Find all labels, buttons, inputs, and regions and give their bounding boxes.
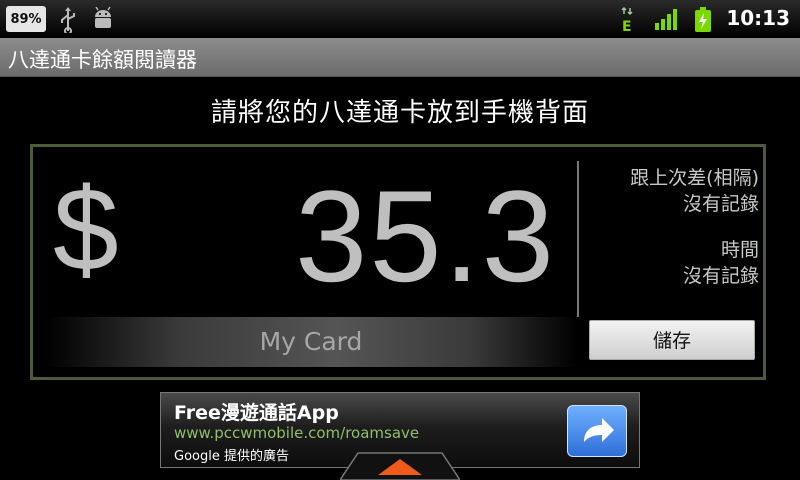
difference-value: 沒有記錄 xyxy=(682,193,759,215)
balance-panel: $ 35.3 My Card 跟上次差(相隔) 沒有記錄 時間 沒有記錄 儲存 xyxy=(30,144,766,380)
difference-info: 跟上次差(相隔) 沒有記錄 xyxy=(630,165,759,217)
card-name-bar: My Card xyxy=(45,317,577,367)
signal-icon xyxy=(655,9,677,30)
battery-percent-badge: 89% xyxy=(6,6,46,32)
ad-url[interactable]: www.pccwmobile.com/roamsave xyxy=(174,424,419,442)
share-arrow-icon xyxy=(584,418,614,442)
currency-symbol: $ xyxy=(53,164,119,296)
balance-amount: 35.3 xyxy=(295,163,557,309)
time-value: 沒有記錄 xyxy=(682,265,759,287)
usb-icon xyxy=(61,7,75,33)
android-debug-icon xyxy=(95,7,111,28)
edge-data-icon: E xyxy=(621,7,633,33)
clock: 10:13 xyxy=(726,6,790,30)
battery-charging-icon xyxy=(695,7,711,32)
title-bar: 八達通卡餘額閱讀器 xyxy=(0,38,800,77)
difference-label: 跟上次差(相隔) xyxy=(630,167,759,189)
ad-action-button[interactable] xyxy=(567,405,627,457)
ad-attribution: Google 提供的廣告 xyxy=(174,449,289,464)
time-label: 時間 xyxy=(720,239,759,261)
vertical-divider xyxy=(577,161,579,317)
pull-up-tab[interactable] xyxy=(340,451,460,480)
ad-title[interactable]: Free漫遊通話App xyxy=(174,398,339,425)
svg-text:E: E xyxy=(622,19,632,33)
battery-percent: 89% xyxy=(10,11,42,27)
card-name: My Card xyxy=(259,327,363,356)
save-button[interactable]: 儲存 xyxy=(589,320,755,360)
instruction-text: 請將您的八達通卡放到手機背面 xyxy=(210,98,589,128)
time-info: 時間 沒有記錄 xyxy=(683,237,759,289)
app-title: 八達通卡餘額閱讀器 xyxy=(8,48,197,72)
status-bar: 89% E 10:13 xyxy=(0,0,800,38)
